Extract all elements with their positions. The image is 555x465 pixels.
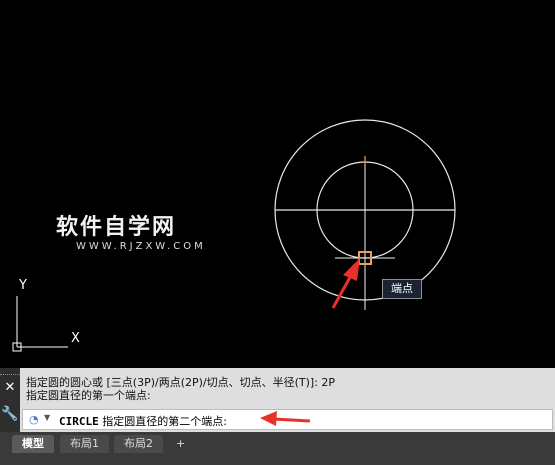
- panel-grip[interactable]: [0, 368, 20, 375]
- tab-layout1[interactable]: 布局1: [60, 435, 109, 453]
- drawing-canvas[interactable]: [0, 0, 555, 368]
- watermark-url: WWW.RJZXW.COM: [76, 241, 206, 252]
- command-history: 指定圆的圆心或 [三点(3P)/两点(2P)/切点、切点、半径(T)]: 2P …: [26, 376, 335, 402]
- pointer-arrow-head: [343, 258, 360, 281]
- command-sidebar: ✕ 🔧: [0, 368, 20, 432]
- ucs-y-label: Y: [19, 278, 27, 293]
- command-prompt: CIRCLE 指定圆直径的第二个端点:: [59, 413, 227, 429]
- close-icon[interactable]: ✕: [0, 380, 20, 396]
- tab-model[interactable]: 模型: [12, 435, 54, 453]
- ucs-x-label: X: [71, 331, 80, 346]
- tab-layout2[interactable]: 布局2: [114, 435, 163, 453]
- wrench-icon[interactable]: 🔧: [0, 406, 20, 422]
- osnap-tooltip: 端点: [382, 279, 422, 299]
- command-icon[interactable]: ◔: [29, 413, 39, 426]
- history-line: 指定圆直径的第一个端点:: [26, 389, 151, 402]
- command-prompt-text: 指定圆直径的第二个端点:: [98, 415, 227, 428]
- pointer-arrow-cmd: [260, 411, 311, 426]
- command-keyword: CIRCLE: [59, 415, 99, 428]
- watermark: 软件自学网 WWW.RJZXW.COM: [56, 216, 206, 254]
- watermark-title: 软件自学网: [56, 215, 177, 240]
- chevron-down-icon[interactable]: ▼: [44, 413, 50, 422]
- add-layout-button[interactable]: +: [170, 435, 191, 453]
- history-line: 指定圆的圆心或 [三点(3P)/两点(2P)/切点、切点、半径(T)]: 2P: [26, 376, 336, 389]
- layout-tabs: 模型 布局1 布局2 +: [0, 432, 555, 465]
